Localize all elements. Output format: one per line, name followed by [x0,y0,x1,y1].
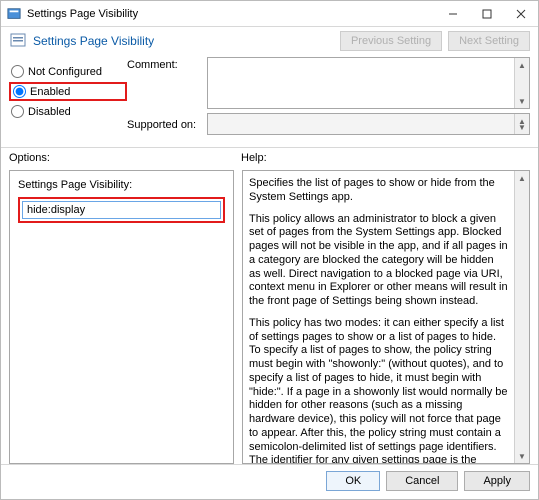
radio-not-configured-input[interactable] [11,65,24,78]
fields-column: Comment: ▲ ▼ Supported on: ▲ ▼ [127,57,530,139]
help-paragraph: Specifies the list of pages to show or h… [249,177,508,205]
radio-enabled-input[interactable] [13,85,26,98]
dialog-footer: OK Cancel Apply [1,464,538,499]
scroll-down-icon[interactable]: ▼ [515,120,529,134]
radio-enabled[interactable]: Enabled [9,82,127,101]
state-radio-group: Not Configured Enabled Disabled [9,57,127,139]
help-paragraph: This policy has two modes: it can either… [249,317,508,463]
supported-scrollbar[interactable]: ▲ ▼ [514,114,529,134]
page-title: Settings Page Visibility [33,34,334,48]
radio-disabled[interactable]: Disabled [9,104,127,119]
option-input-highlight [18,197,225,223]
supported-on-field: ▲ ▼ [207,113,530,135]
radio-enabled-label: Enabled [30,86,70,98]
radio-not-configured[interactable]: Not Configured [9,64,127,79]
page-header: Settings Page Visibility Previous Settin… [1,27,538,53]
supported-label: Supported on: [127,117,207,131]
radio-disabled-input[interactable] [11,105,24,118]
help-pane: Specifies the list of pages to show or h… [242,170,530,464]
comment-label: Comment: [127,57,207,71]
cancel-button[interactable]: Cancel [386,471,458,491]
titlebar: Settings Page Visibility [1,1,538,27]
page-icon [9,32,27,50]
options-heading: Options: [9,152,241,164]
settings-dialog: Settings Page Visibility Settings Page V… [0,0,539,500]
previous-setting-button[interactable]: Previous Setting [340,31,442,51]
window-buttons [436,1,538,26]
window-title: Settings Page Visibility [27,8,436,20]
app-icon [7,7,21,21]
section-labels: Options: Help: [1,148,538,168]
ok-button[interactable]: OK [326,471,380,491]
help-heading: Help: [241,152,267,164]
lower-panes: Settings Page Visibility: Specifies the … [1,168,538,464]
radio-not-configured-label: Not Configured [28,66,102,78]
help-text: Specifies the list of pages to show or h… [243,171,514,463]
visibility-input[interactable] [22,201,221,219]
apply-button[interactable]: Apply [464,471,530,491]
scroll-up-icon[interactable]: ▲ [515,58,529,72]
close-button[interactable] [504,1,538,26]
scroll-down-icon[interactable]: ▼ [515,449,529,463]
minimize-button[interactable] [436,1,470,26]
radio-disabled-label: Disabled [28,106,71,118]
maximize-button[interactable] [470,1,504,26]
supported-row: Supported on: ▲ ▼ [127,113,530,135]
config-area: Not Configured Enabled Disabled Comment:… [1,53,538,147]
comment-row: Comment: ▲ ▼ [127,57,530,109]
option-field-label: Settings Page Visibility: [18,179,225,191]
comment-textarea[interactable]: ▲ ▼ [207,57,530,109]
help-scrollbar[interactable]: ▲ ▼ [514,171,529,463]
scroll-down-icon[interactable]: ▼ [515,94,529,108]
help-paragraph: This policy allows an administrator to b… [249,213,508,309]
next-setting-button[interactable]: Next Setting [448,31,530,51]
comment-scrollbar[interactable]: ▲ ▼ [514,58,529,108]
options-pane: Settings Page Visibility: [9,170,234,464]
scroll-up-icon[interactable]: ▲ [515,171,529,185]
